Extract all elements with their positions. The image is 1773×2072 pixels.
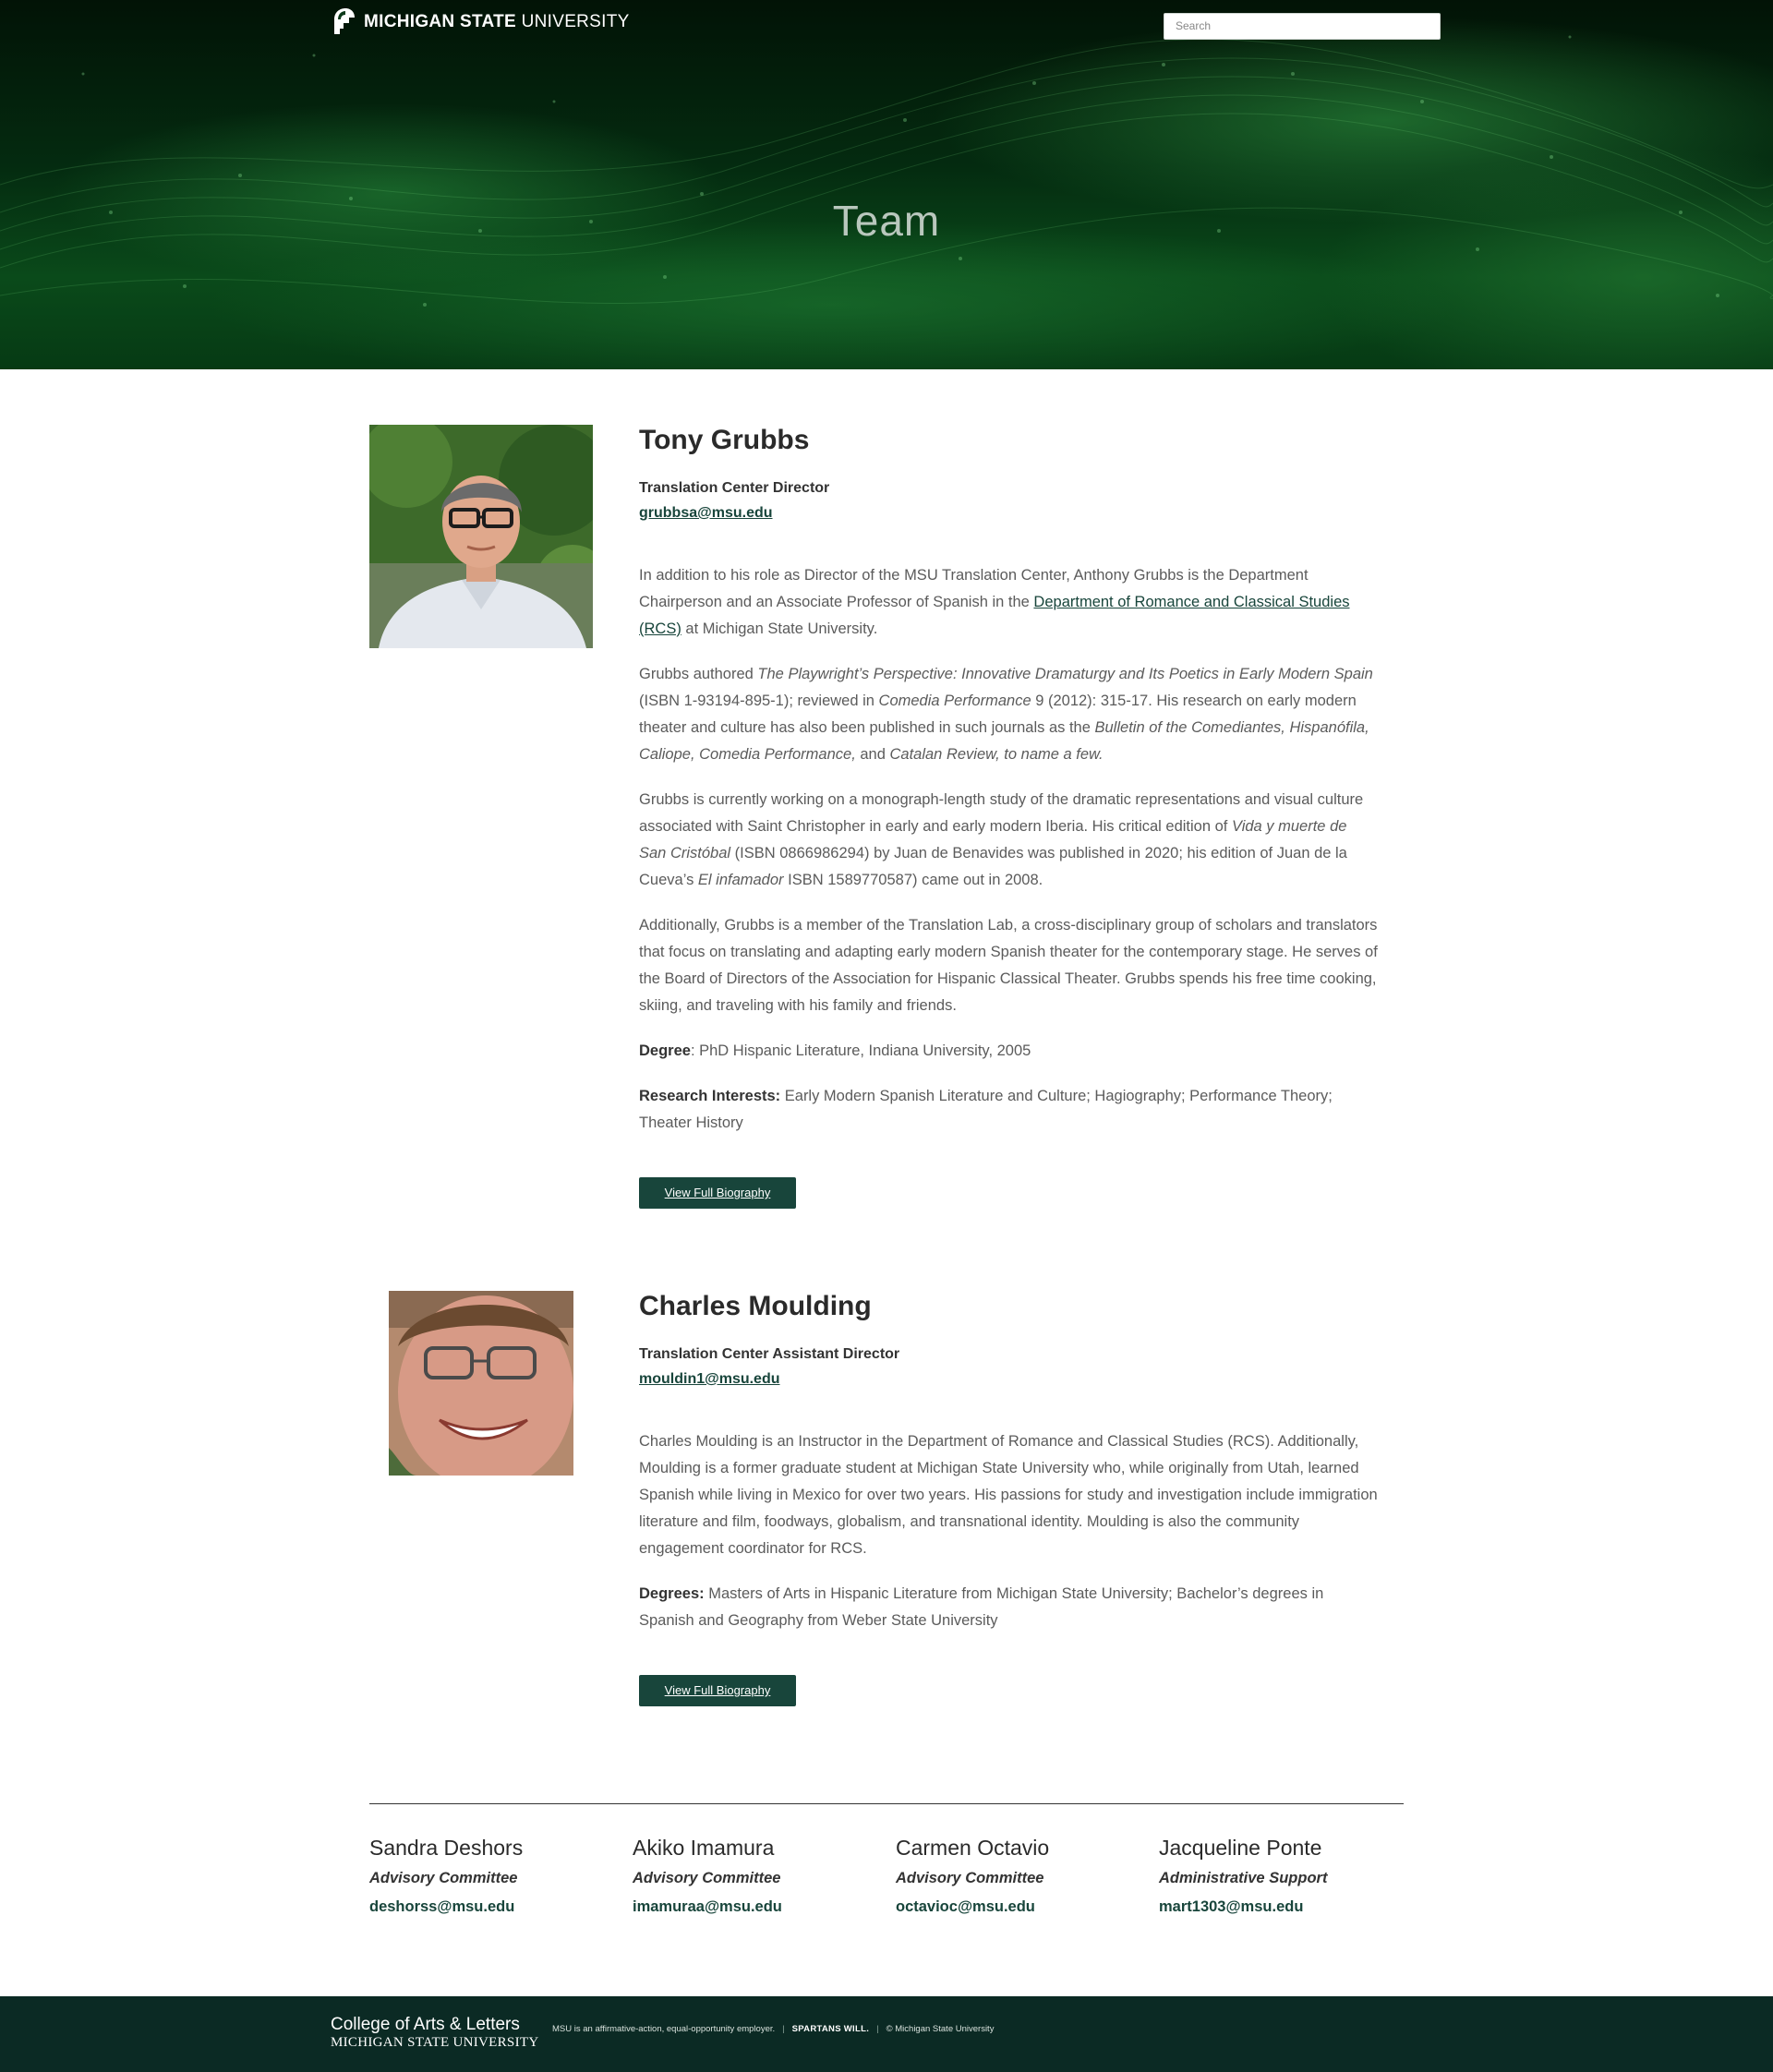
staff-card: Carmen Octavio Advisory Committee octavi… — [896, 1836, 1145, 1916]
staff-role: Advisory Committee — [896, 1870, 1044, 1886]
bio-text: Grubbs authored — [639, 666, 758, 682]
bio-paragraph: In addition to his role as Director of t… — [639, 562, 1378, 643]
section-divider — [369, 1803, 1404, 1804]
staff-email-link[interactable]: mart1303@msu.edu — [1159, 1898, 1408, 1916]
bio-paragraph: Charles Moulding is an Instructor in the… — [639, 1433, 1378, 1557]
interests-label: Research Interests: — [639, 1088, 781, 1104]
profile-name: Charles Moulding — [639, 1291, 872, 1321]
profile-role: Translation Center Director — [639, 480, 830, 496]
profile-email-link[interactable]: mouldin1@msu.edu — [639, 1371, 780, 1388]
staff-role: Advisory Committee — [633, 1870, 781, 1886]
profile-info: Charles Moulding Translation Center Assi… — [639, 1291, 1378, 1706]
logo-bold-text: MICHIGAN STATE — [364, 12, 516, 31]
separator: | — [876, 2024, 879, 2034]
degree-label: Degree — [639, 1042, 691, 1059]
network-mesh-background — [0, 35, 1773, 307]
bio-paragraph: Grubbs authored The Playwright’s Perspec… — [639, 661, 1378, 768]
degrees-line: Degrees: Masters of Arts in Hispanic Lit… — [639, 1581, 1378, 1634]
copyright: © Michigan State University — [886, 2024, 995, 2034]
footer-legal: MSU is an affirmative-action, equal-oppo… — [552, 2024, 994, 2034]
spartan-helmet-icon — [334, 8, 355, 34]
footer-college-logo[interactable]: College of Arts & Letters MICHIGAN STATE… — [331, 2015, 538, 2051]
profile-bio: Charles Moulding is an Instructor in the… — [639, 1428, 1378, 1634]
view-full-biography-button[interactable]: View Full Biography — [639, 1177, 796, 1209]
journal-list: Catalan Review, to name a few. — [889, 746, 1104, 763]
spartans-will-tagline[interactable]: SPARTANS WILL. — [792, 2024, 870, 2034]
msu-logo[interactable]: MICHIGAN STATE UNIVERSITY — [331, 6, 630, 39]
profile-role: Translation Center Assistant Director — [639, 1346, 900, 1362]
portrait-image — [389, 1291, 573, 1476]
staff-name: Akiko Imamura — [633, 1836, 775, 1860]
staff-card: Sandra Deshors Advisory Committee deshor… — [369, 1836, 619, 1916]
site-footer: College of Arts & Letters MICHIGAN STATE… — [0, 1996, 1773, 2072]
staff-name: Jacqueline Ponte — [1159, 1836, 1322, 1860]
bio-paragraph: Additionally, Grubbs is a member of the … — [639, 917, 1378, 1014]
journal-title: Comedia Performance — [878, 693, 1031, 709]
bio-paragraph: Grubbs is currently working on a monogra… — [639, 787, 1378, 894]
page-title: Team — [832, 197, 941, 245]
book-title: El infamador — [697, 872, 784, 888]
footer-university-name: MICHIGAN STATE UNIVERSITY — [331, 2035, 539, 2050]
footer-college-name: College of Arts & Letters — [331, 2015, 520, 2034]
bio-text: (ISBN 1-93194-895-1); reviewed in — [639, 693, 879, 709]
staff-card: Jacqueline Ponte Administrative Support … — [1159, 1836, 1408, 1916]
staff-email-link[interactable]: imamuraa@msu.edu — [633, 1898, 882, 1916]
search-input[interactable]: Search — [1164, 13, 1441, 40]
research-interests-line: Research Interests: Early Modern Spanish… — [639, 1083, 1378, 1137]
portrait-image — [369, 425, 593, 648]
bio-text: at Michigan State University. — [681, 620, 878, 637]
logo-wordmark: MICHIGAN STATE UNIVERSITY — [364, 12, 630, 32]
staff-role: Advisory Committee — [369, 1870, 518, 1886]
profile-bio: In addition to his role as Director of t… — [639, 562, 1378, 1137]
staff-name: Carmen Octavio — [896, 1836, 1050, 1860]
degrees-label: Degrees: — [639, 1585, 705, 1602]
degree-line: Degree: PhD Hispanic Literature, Indiana… — [639, 1038, 1378, 1065]
view-full-biography-button[interactable]: View Full Biography — [639, 1675, 796, 1706]
book-title: The Playwright’s Perspective: Innovative… — [757, 666, 1373, 682]
bio-text: and — [855, 746, 890, 763]
degree-value: : PhD Hispanic Literature, Indiana Unive… — [690, 1042, 1031, 1059]
degrees-value: Masters of Arts in Hispanic Literature f… — [639, 1585, 1324, 1629]
profile-email-link[interactable]: grubbsa@msu.edu — [639, 505, 773, 522]
staff-email-link[interactable]: deshorss@msu.edu — [369, 1898, 619, 1916]
staff-role: Administrative Support — [1159, 1870, 1328, 1886]
eoe-statement[interactable]: MSU is an affirmative-action, equal-oppo… — [552, 2024, 775, 2034]
staff-name: Sandra Deshors — [369, 1836, 524, 1860]
profile-name: Tony Grubbs — [639, 425, 810, 455]
logo-light-text: UNIVERSITY — [521, 12, 630, 31]
staff-card: Akiko Imamura Advisory Committee imamura… — [633, 1836, 882, 1916]
bio-text: ISBN 1589770587) came out in 2008. — [783, 872, 1043, 888]
hero-banner: MICHIGAN STATE UNIVERSITY Search Team — [0, 0, 1773, 369]
profile-info: Tony Grubbs Translation Center Director … — [639, 425, 1378, 1209]
separator: | — [782, 2024, 785, 2034]
profile-photo — [389, 1291, 573, 1476]
staff-email-link[interactable]: octavioc@msu.edu — [896, 1898, 1145, 1916]
profile-photo — [369, 425, 593, 648]
